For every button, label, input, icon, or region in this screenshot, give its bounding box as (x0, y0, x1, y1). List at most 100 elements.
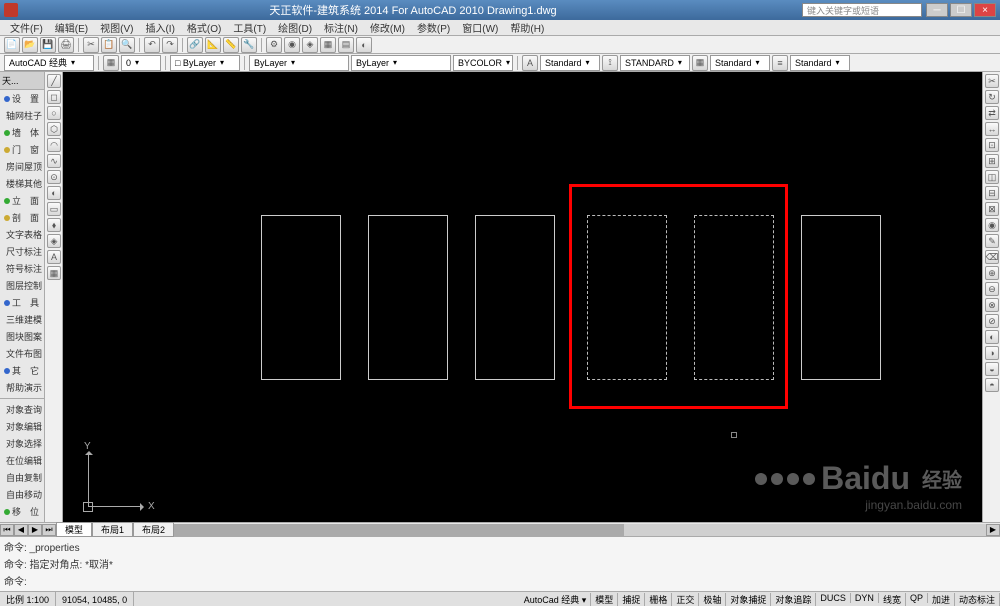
command-line[interactable]: 命令: _properties 命令: 指定对角点: *取消* 命令: (0, 536, 1000, 591)
toolbar-btn-16[interactable]: ▦ (320, 37, 336, 53)
modify-tool-6[interactable]: ◫ (985, 170, 999, 184)
status-toggle-10[interactable]: 线宽 (879, 593, 906, 606)
tab-next-button[interactable]: ▶ (28, 524, 42, 536)
toolbar-btn-13[interactable]: ⚙ (266, 37, 282, 53)
modify-tool-13[interactable]: ⊖ (985, 282, 999, 296)
color-dropdown[interactable]: □ ByLayer (170, 55, 240, 71)
panel-item-3[interactable]: 门 窗 (0, 141, 44, 158)
modify-tool-9[interactable]: ◉ (985, 218, 999, 232)
toolbar-btn-9[interactable]: 🔗 (187, 37, 203, 53)
layout-tab-0[interactable]: 模型 (56, 522, 92, 537)
panel-item-5[interactable]: 楼梯其他 (0, 175, 44, 192)
mlstyle-button[interactable]: ≡ (772, 55, 788, 71)
draw-tool-3[interactable]: ⬡ (47, 122, 61, 136)
menu-item-0[interactable]: 文件(F) (4, 20, 49, 35)
panel-item-14[interactable]: 图块图案 (0, 328, 44, 345)
dimstyle-button[interactable]: ⟟ (602, 55, 618, 71)
status-toggle-7[interactable]: 对象追踪 (771, 593, 816, 606)
hscroll-track[interactable] (174, 524, 986, 536)
panel-item-10[interactable]: 符号标注 (0, 260, 44, 277)
toolbar-btn-1[interactable]: 📂 (22, 37, 38, 53)
status-toggle-2[interactable]: 捕捉 (618, 593, 645, 606)
scale-display[interactable]: 比例 1:100 (0, 592, 56, 606)
draw-tool-0[interactable]: ╱ (47, 74, 61, 88)
status-toggle-9[interactable]: DYN (851, 593, 879, 603)
panel-item-12[interactable]: 工 具 (0, 294, 44, 311)
panel-item2-5[interactable]: 自由移动 (0, 486, 44, 503)
menu-item-2[interactable]: 视图(V) (94, 20, 139, 35)
toolbar-btn-5[interactable]: 📋 (101, 37, 117, 53)
modify-tool-17[interactable]: ◑ (985, 346, 999, 360)
command-input[interactable] (30, 578, 923, 589)
mlstyle-dropdown[interactable]: Standard (790, 55, 850, 71)
draw-tool-6[interactable]: ⊙ (47, 170, 61, 184)
draw-tool-4[interactable]: ◠ (47, 138, 61, 152)
tab-prev-button[interactable]: ◀ (14, 524, 28, 536)
tablestyle-dropdown[interactable]: Standard (710, 55, 770, 71)
status-toggle-8[interactable]: DUCS (816, 593, 851, 603)
menu-item-10[interactable]: 窗口(W) (456, 20, 504, 35)
tab-last-button[interactable]: ⏭ (42, 524, 56, 536)
toolbar-btn-2[interactable]: 💾 (40, 37, 56, 53)
menu-item-11[interactable]: 帮助(H) (504, 20, 550, 35)
panel-item2-4[interactable]: 自由复制 (0, 469, 44, 486)
status-toggle-4[interactable]: 正交 (672, 593, 699, 606)
panel-item-2[interactable]: 墙 体 (0, 124, 44, 141)
minimize-button[interactable]: ─ (926, 3, 948, 17)
draw-tool-9[interactable]: ⬧ (47, 218, 61, 232)
textstyle-dropdown[interactable]: Standard (540, 55, 600, 71)
modify-tool-0[interactable]: ✂ (985, 74, 999, 88)
menu-item-4[interactable]: 格式(O) (181, 20, 227, 35)
maximize-button[interactable]: ☐ (950, 3, 972, 17)
modify-tool-15[interactable]: ⊘ (985, 314, 999, 328)
hscroll-right-button[interactable]: ▶ (986, 524, 1000, 536)
panel-item-7[interactable]: 剖 面 (0, 209, 44, 226)
panel-item-9[interactable]: 尺寸标注 (0, 243, 44, 260)
modify-tool-1[interactable]: ↻ (985, 90, 999, 104)
tablestyle-button[interactable]: ▦ (692, 55, 708, 71)
draw-tool-7[interactable]: ◐ (47, 186, 61, 200)
modify-tool-2[interactable]: ⇄ (985, 106, 999, 120)
modify-tool-5[interactable]: ⊞ (985, 154, 999, 168)
modify-tool-16[interactable]: ◐ (985, 330, 999, 344)
panel-item-8[interactable]: 文字表格 (0, 226, 44, 243)
menu-item-5[interactable]: 工具(T) (227, 20, 272, 35)
panel-item-15[interactable]: 文件布图 (0, 345, 44, 362)
status-toggle-13[interactable]: 动态标注 (955, 593, 1000, 606)
toolbar-btn-6[interactable]: 🔍 (119, 37, 135, 53)
modify-tool-18[interactable]: ◒ (985, 362, 999, 376)
toolbar-btn-11[interactable]: 📏 (223, 37, 239, 53)
textstyle-button[interactable]: A (522, 55, 538, 71)
draw-tool-1[interactable]: ◻ (47, 90, 61, 104)
modify-tool-3[interactable]: ↔ (985, 122, 999, 136)
menu-item-6[interactable]: 绘图(D) (272, 20, 318, 35)
status-toggle-3[interactable]: 栅格 (645, 593, 672, 606)
draw-tool-10[interactable]: ◈ (47, 234, 61, 248)
lineweight-dropdown[interactable]: ByLayer (351, 55, 451, 71)
help-search-input[interactable]: 键入关键字或短语 (802, 3, 922, 17)
plotstyle-dropdown[interactable]: BYCOLOR (453, 55, 513, 71)
menu-item-8[interactable]: 修改(M) (364, 20, 411, 35)
modify-tool-7[interactable]: ⊟ (985, 186, 999, 200)
toolbar-btn-15[interactable]: ◈ (302, 37, 318, 53)
toolbar-btn-14[interactable]: ◉ (284, 37, 300, 53)
panel-item2-3[interactable]: 在位编辑 (0, 452, 44, 469)
panel-item-13[interactable]: 三维建模 (0, 311, 44, 328)
toolbar-btn-18[interactable]: ◐ (356, 37, 372, 53)
toolbar-btn-8[interactable]: ↷ (162, 37, 178, 53)
panel-item-6[interactable]: 立 面 (0, 192, 44, 209)
panel-item2-7[interactable]: 自由粘贴 (0, 520, 44, 522)
close-button[interactable]: × (974, 3, 996, 17)
status-toggle-1[interactable]: 模型 (591, 593, 618, 606)
modify-tool-10[interactable]: ✎ (985, 234, 999, 248)
toolbar-btn-4[interactable]: ✂ (83, 37, 99, 53)
panel-item-17[interactable]: 帮助演示 (0, 379, 44, 396)
toolbar-btn-12[interactable]: 🔧 (241, 37, 257, 53)
layout-tab-1[interactable]: 布局1 (92, 522, 133, 537)
toolbar-btn-17[interactable]: ▤ (338, 37, 354, 53)
draw-tool-8[interactable]: ▭ (47, 202, 61, 216)
layout-tab-2[interactable]: 布局2 (133, 522, 174, 537)
draw-tool-11[interactable]: A (47, 250, 61, 264)
status-toggle-5[interactable]: 极轴 (699, 593, 726, 606)
draw-tool-12[interactable]: ▦ (47, 266, 61, 280)
